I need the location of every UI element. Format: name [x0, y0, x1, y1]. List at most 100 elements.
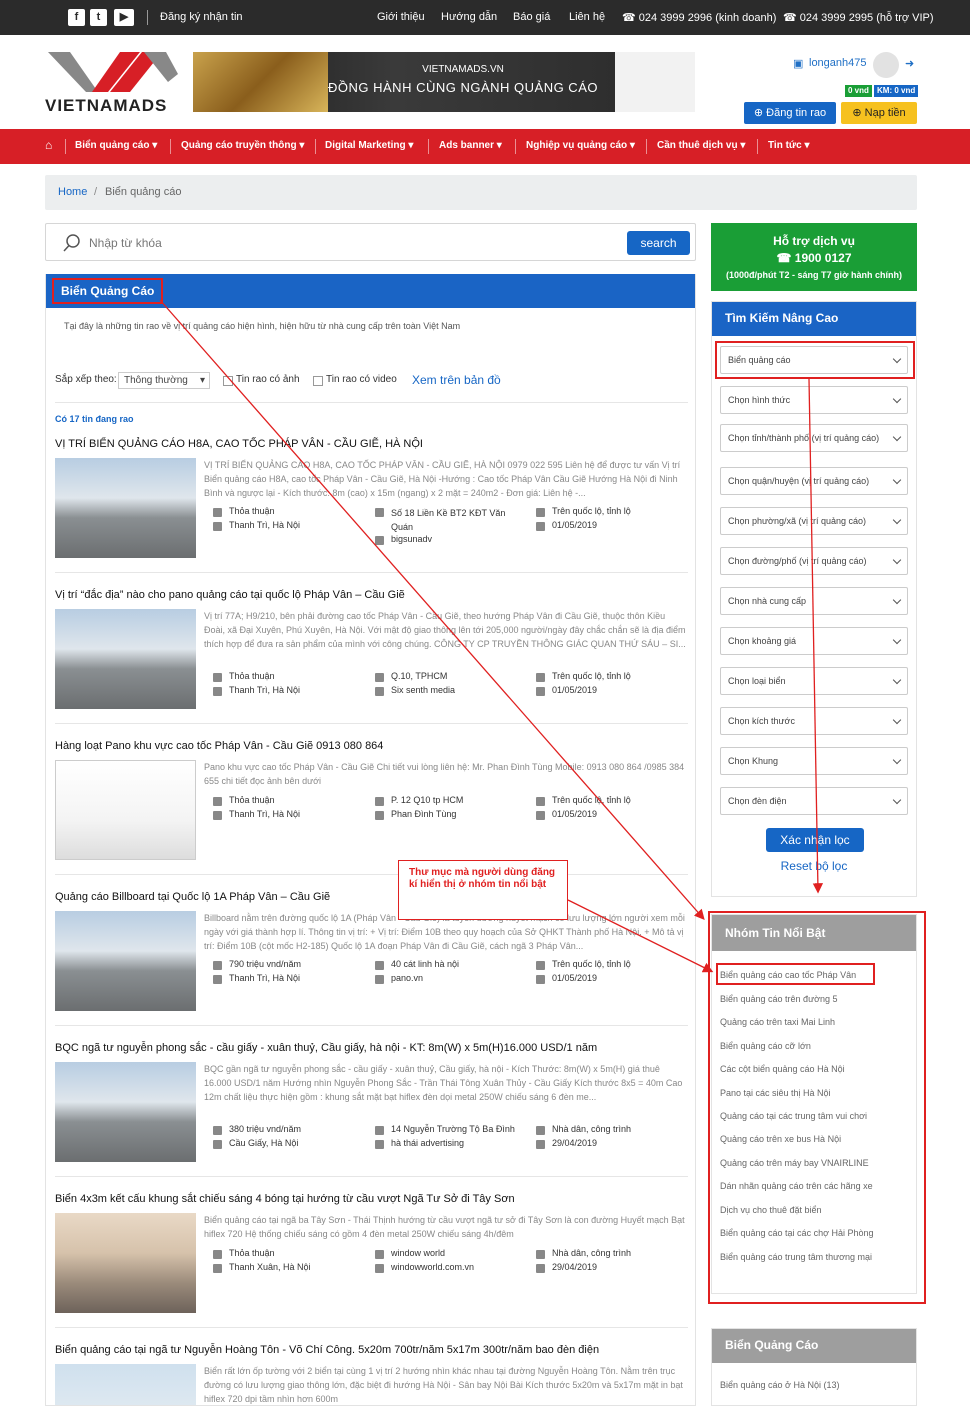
type-icon: [536, 1126, 545, 1135]
logout-icon[interactable]: ➜: [905, 57, 914, 70]
listing-item: VỊ TRÍ BIỂN QUẢNG CÁO H8A, CAO TỐC PHÁP …: [55, 438, 688, 578]
listing-thumbnail[interactable]: [55, 911, 196, 1011]
chevron-down-icon: [892, 475, 902, 485]
listing-user[interactable]: Six senth media: [391, 685, 455, 695]
top-bar: f t ▶ Đăng ký nhận tin Giới thiệu Hướng …: [0, 0, 970, 35]
reset-filter-link[interactable]: Reset bộ lọc: [712, 859, 916, 873]
pricing-link[interactable]: Báo giá: [513, 11, 550, 23]
listing-thumbnail[interactable]: [55, 458, 196, 558]
listing-user[interactable]: pano.vn: [391, 973, 423, 983]
post-listing-button[interactable]: ⊕ Đăng tin rao: [744, 102, 836, 124]
category-item[interactable]: Biển quảng cáo ở Hà Nội (13): [720, 1380, 839, 1390]
sales-phone[interactable]: ☎ 024 3999 2996 (kinh doanh): [622, 11, 776, 24]
avatar[interactable]: [873, 52, 899, 78]
nav-divider: [428, 139, 429, 154]
listing-item: Quảng cáo Billboard tại Quốc lộ 1A Pháp …: [55, 891, 688, 1031]
listing-thumbnail[interactable]: [55, 609, 196, 709]
provider-select[interactable]: Chọn nhà cung cấp: [720, 587, 908, 615]
banner-slogan: ĐỒNG HÀNH CÙNG NGÀNH QUẢNG CÁO: [328, 80, 598, 95]
listing-title[interactable]: Quảng cáo Billboard tại Quốc lộ 1A Pháp …: [55, 891, 330, 903]
about-link[interactable]: Giới thiệu: [377, 11, 425, 23]
lighting-select[interactable]: Chọn đèn điện: [720, 787, 908, 815]
listing-user[interactable]: windowworld.com.vn: [391, 1262, 474, 1272]
apply-filter-button[interactable]: Xác nhận lọc: [766, 828, 864, 852]
map-view-link[interactable]: Xem trên bản đồ: [412, 373, 501, 387]
top-up-button[interactable]: ⊕ Nạp tiền: [841, 102, 917, 124]
listing-title[interactable]: Vị trí “đắc địa” nào cho pano quảng cáo …: [55, 589, 405, 601]
twitter-icon[interactable]: t: [90, 9, 107, 26]
size-select[interactable]: Chọn kích thước: [720, 707, 908, 735]
breadcrumb-home[interactable]: Home: [58, 186, 87, 198]
listing-description: Vị trí 77A; H9/210, bên phải đường cao t…: [204, 611, 686, 649]
nav-item-expertise[interactable]: Nghiệp vụ quảng cáo ▾: [526, 140, 635, 151]
nav-item-billboard[interactable]: Biển quảng cáo ▾: [75, 140, 157, 151]
logo-mark-icon[interactable]: [48, 52, 178, 98]
facebook-icon[interactable]: f: [68, 9, 85, 26]
listings-title: Biển Quảng Cáo: [52, 278, 164, 304]
subscribe-link[interactable]: Đăng ký nhận tin: [160, 11, 243, 23]
listing-thumbnail[interactable]: [55, 1062, 196, 1162]
type-icon: [536, 508, 545, 517]
annotation-box: [715, 341, 915, 379]
divider: [147, 10, 148, 25]
listing-title[interactable]: Biển 4x3m kết cấu khung sắt chiếu sáng 4…: [55, 1193, 515, 1205]
format-select[interactable]: Chọn hình thức: [720, 386, 908, 414]
listing-type: Nhà dân, công trình: [552, 1248, 632, 1258]
youtube-icon[interactable]: ▶: [114, 9, 134, 26]
guide-link[interactable]: Hướng dẫn: [441, 11, 497, 23]
support-title: Hỗ trợ dịch vụ: [773, 234, 855, 248]
image-filter-checkbox[interactable]: [223, 376, 233, 386]
sort-select[interactable]: Thông thường ▾: [118, 372, 210, 389]
listing-date: 01/05/2019: [552, 809, 598, 819]
listing-address: Số 18 Liền Kề BT2 KĐT Văn Quán: [391, 508, 506, 532]
banner-image: [193, 52, 328, 112]
chevron-down-icon: [892, 755, 902, 765]
nav-item-news[interactable]: Tin tức ▾: [768, 140, 810, 151]
location-icon: [213, 811, 222, 820]
support-note: (1000đ/phút T2 - sáng T7 giờ hành chính): [726, 270, 902, 280]
listing-user[interactable]: Phan Đình Tùng: [391, 809, 456, 819]
nav-item-ads-banner[interactable]: Ads banner ▾: [439, 140, 502, 151]
header-banner[interactable]: VIETNAMADS.VN ĐỒNG HÀNH CÙNG NGÀNH QUẢNG…: [193, 52, 695, 112]
listing-item: BQC ngã tư nguyễn phong sắc - cầu giấy -…: [55, 1042, 688, 1182]
listing-address: 14 Nguyễn Trường Tộ Ba Đình: [391, 1124, 515, 1134]
listing-user[interactable]: hà thái advertising: [391, 1138, 464, 1148]
video-filter-checkbox[interactable]: [313, 376, 323, 386]
province-select[interactable]: Chọn tỉnh/thành phố (vị trí quảng cáo): [720, 424, 908, 452]
balance-badge: 0 vnd: [845, 85, 872, 97]
nav-item-media[interactable]: Quảng cáo truyền thông ▾: [181, 140, 304, 151]
listing-date: 01/05/2019: [552, 685, 598, 695]
price-range-select[interactable]: Chọn khoảng giá: [720, 627, 908, 655]
listing-thumbnail[interactable]: [55, 760, 196, 860]
support-box[interactable]: Hỗ trợ dịch vụ ☎ 1900 0127 (1000đ/phút T…: [711, 223, 917, 291]
district-select[interactable]: Chọn quận/huyện (vị trí quảng cáo): [720, 467, 908, 495]
listing-title[interactable]: VỊ TRÍ BIỂN QUẢNG CÁO H8A, CAO TỐC PHÁP …: [55, 438, 423, 450]
listing-user[interactable]: bigsunadv: [391, 534, 432, 544]
search-input[interactable]: Nhập từ khóa: [89, 236, 162, 250]
vip-phone[interactable]: ☎ 024 3999 2995 (hỗ trợ VIP): [783, 11, 934, 24]
search-button[interactable]: search: [627, 231, 690, 255]
logo-text[interactable]: VIETNAMADS: [45, 96, 167, 116]
listing-title[interactable]: Biển quảng cáo tại ngã tư Nguyễn Hoàng T…: [55, 1344, 599, 1356]
listing-thumbnail[interactable]: [55, 1364, 196, 1405]
price-icon: [213, 508, 222, 517]
frame-select[interactable]: Chọn Khung: [720, 747, 908, 775]
username-link[interactable]: longanh475: [809, 57, 867, 69]
home-icon[interactable]: ⌂: [45, 138, 52, 152]
calendar-icon: [536, 975, 545, 984]
nav-item-digital[interactable]: Digital Marketing ▾: [325, 140, 413, 151]
listing-title[interactable]: Hàng loạt Pano khu vực cao tốc Pháp Vân …: [55, 740, 383, 752]
type-icon: [536, 961, 545, 970]
nav-item-hire[interactable]: Cần thuê dịch vụ ▾: [657, 140, 745, 151]
listing-title[interactable]: BQC ngã tư nguyễn phong sắc - cầu giấy -…: [55, 1042, 597, 1054]
annotation-note: Thư mục mà người dùng đăng kí hiển thị ở…: [398, 860, 568, 920]
contact-link[interactable]: Liên hệ: [569, 11, 605, 23]
search-icon: [63, 234, 80, 252]
billboard-type-select[interactable]: Chọn loại biển: [720, 667, 908, 695]
street-select[interactable]: Chọn đường/phố (vị trí quảng cáo): [720, 547, 908, 575]
ward-select[interactable]: Chọn phường/xã (vị trí quảng cáo): [720, 507, 908, 535]
listing-thumbnail[interactable]: [55, 1213, 196, 1313]
search-box: Nhập từ khóa search: [45, 223, 696, 261]
support-phone[interactable]: ☎ 1900 0127: [711, 251, 917, 265]
listings-panel: Biển Quảng Cáo Tại đây là những tin rao …: [45, 274, 696, 1406]
